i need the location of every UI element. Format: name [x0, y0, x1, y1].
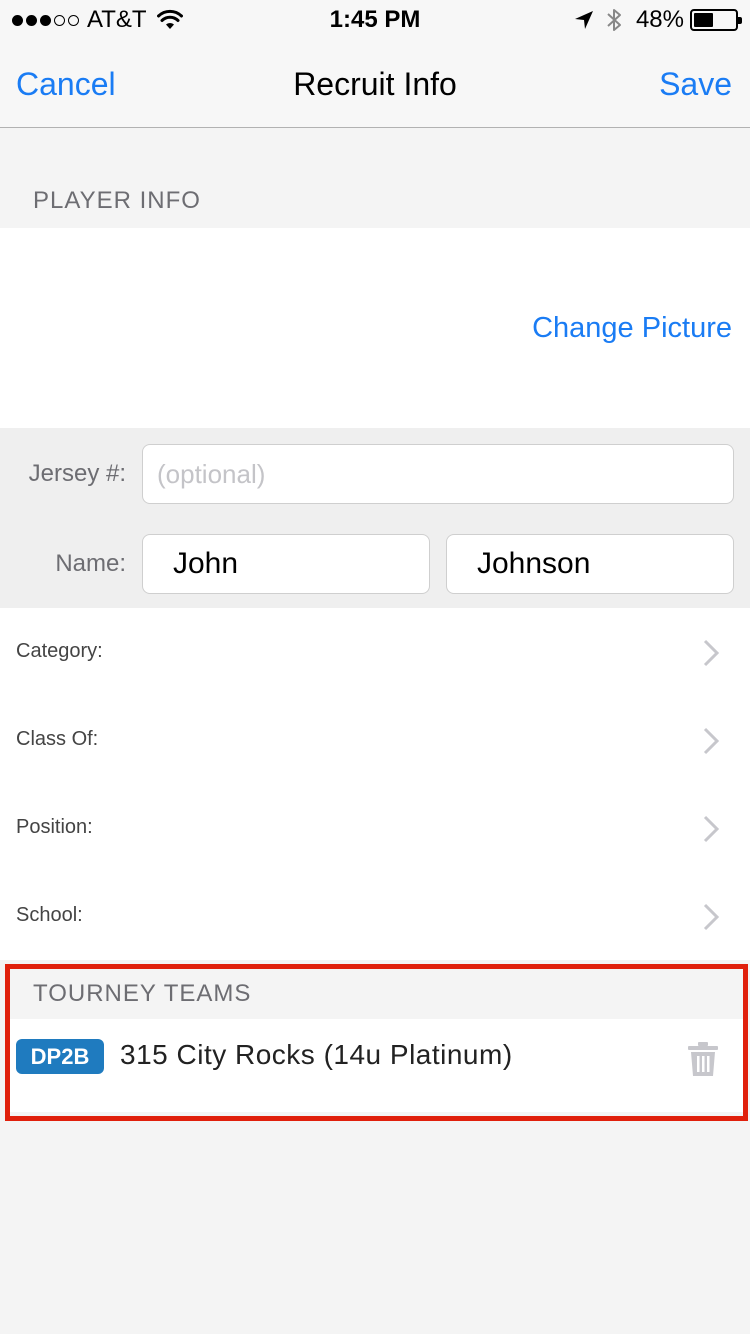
position-row[interactable]: Position: [0, 784, 750, 872]
class-of-label: Class Of: [16, 728, 99, 750]
chevron-right-icon [703, 639, 720, 667]
picture-area: Change Picture [0, 228, 750, 428]
name-label: Name: [55, 550, 126, 577]
navigation-bar: Cancel Recruit Info Save [0, 40, 750, 128]
category-label: Category: [16, 640, 103, 662]
chevron-right-icon [703, 727, 720, 755]
jersey-number-input[interactable] [142, 444, 734, 504]
battery-level [694, 13, 714, 27]
class-of-row[interactable]: Class Of: [0, 696, 750, 784]
battery-nub [738, 17, 742, 24]
status-bar: AT&T 1:45 PM 48% [0, 0, 750, 40]
battery-percent: 48% [635, 6, 684, 33]
status-right: 48% [574, 6, 742, 34]
player-form: Jersey #: Name: [0, 428, 750, 608]
player-info-header: PLAYER INFO [0, 129, 750, 228]
battery-icon [690, 9, 742, 31]
details-list: Category: Class Of: Position: School: [0, 608, 750, 960]
chevron-right-icon [703, 815, 720, 843]
school-row[interactable]: School: [0, 872, 750, 960]
location-arrow-icon [574, 11, 593, 29]
category-row[interactable]: Category: [0, 608, 750, 696]
position-label: Position: [16, 816, 93, 838]
first-name-input[interactable] [142, 534, 430, 594]
jersey-label: Jersey #: [28, 460, 126, 487]
last-name-input[interactable] [446, 534, 734, 594]
change-picture-button[interactable]: Change Picture [532, 312, 732, 345]
page-title: Recruit Info [293, 66, 457, 102]
tourney-teams-highlight [5, 964, 748, 1121]
chevron-right-icon [703, 903, 720, 931]
school-label: School: [16, 904, 83, 926]
bluetooth-icon [607, 9, 621, 31]
save-button[interactable]: Save [659, 66, 732, 103]
player-info-header-label: PLAYER INFO [33, 187, 201, 214]
